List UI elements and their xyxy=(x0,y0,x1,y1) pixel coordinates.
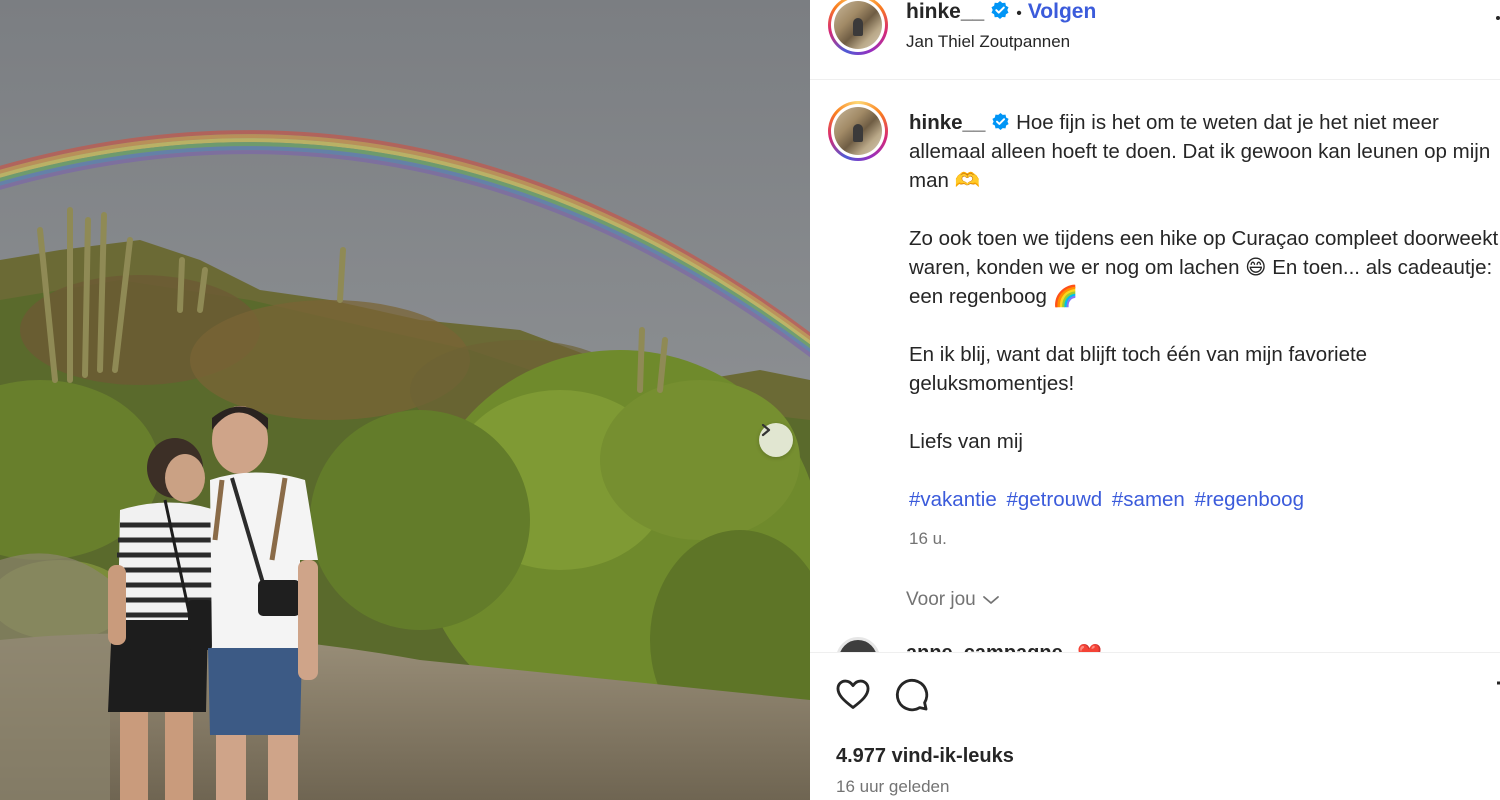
comment-emoji: ❤️ xyxy=(1077,642,1102,652)
comment-avatar[interactable] xyxy=(836,637,880,652)
hashtag-link[interactable]: #regenboog xyxy=(1195,488,1304,511)
caption-timestamp: 16 u. xyxy=(909,529,947,548)
caption-comments-area[interactable]: hinke__ Hoe fijn is het om te weten dat … xyxy=(810,81,1500,652)
hashtag-list: #vakantie #getrouwd #samen #regenboog xyxy=(909,485,1500,514)
more-options-icon[interactable] xyxy=(1496,16,1500,20)
caption-text-2: Zo ook toen we tijdens een hike op Curaç… xyxy=(909,227,1499,308)
hashtag-link[interactable]: #getrouwd xyxy=(1006,488,1102,511)
caption-text-4: Liefs van mij xyxy=(909,430,1023,453)
avatar[interactable] xyxy=(828,0,888,55)
hashtag-link[interactable]: #samen xyxy=(1112,488,1185,511)
post-actions-bar: 4.977 vind-ik-leuks 16 uur geleden xyxy=(810,652,1500,800)
username-link[interactable]: hinke__ xyxy=(906,0,984,23)
caption-avatar[interactable] xyxy=(828,101,888,161)
comment-username[interactable]: anne_campagne xyxy=(906,642,1063,652)
location-link[interactable]: Jan Thiel Zoutpannen xyxy=(906,32,1070,52)
separator-dot: • xyxy=(1016,5,1022,22)
for-you-label: Voor jou xyxy=(906,589,976,610)
post-photo[interactable] xyxy=(0,0,810,800)
chevron-down-icon xyxy=(982,596,999,604)
caption-username-link[interactable]: hinke__ xyxy=(909,111,985,134)
photo-scene xyxy=(0,0,810,800)
post-timestamp: 16 uur geleden xyxy=(836,777,950,796)
chevron-right-icon xyxy=(761,423,771,437)
heart-icon[interactable] xyxy=(834,675,872,713)
post-header: hinke__ • Volgen Jan Thiel Zoutpannen xyxy=(810,0,1500,80)
post-side-panel: hinke__ • Volgen Jan Thiel Zoutpannen hink… xyxy=(810,0,1500,800)
next-photo-button[interactable] xyxy=(759,423,793,457)
header-user-line: hinke__ • Volgen xyxy=(906,0,1096,24)
for-you-dropdown[interactable]: Voor jou xyxy=(906,589,1000,611)
verified-badge-icon xyxy=(992,112,1009,131)
follow-button[interactable]: Volgen xyxy=(1028,0,1096,23)
like-count[interactable]: 4.977 vind-ik-leuks xyxy=(836,745,1014,768)
comment-icon[interactable] xyxy=(892,675,930,713)
hashtag-link[interactable]: #vakantie xyxy=(909,488,997,511)
caption-text-3: En ik blij, want dat blijft toch één van… xyxy=(909,343,1368,395)
verified-badge-icon xyxy=(991,1,1009,19)
bookmark-icon[interactable] xyxy=(1492,675,1500,713)
post-caption: hinke__ Hoe fijn is het om te weten dat … xyxy=(909,108,1500,543)
